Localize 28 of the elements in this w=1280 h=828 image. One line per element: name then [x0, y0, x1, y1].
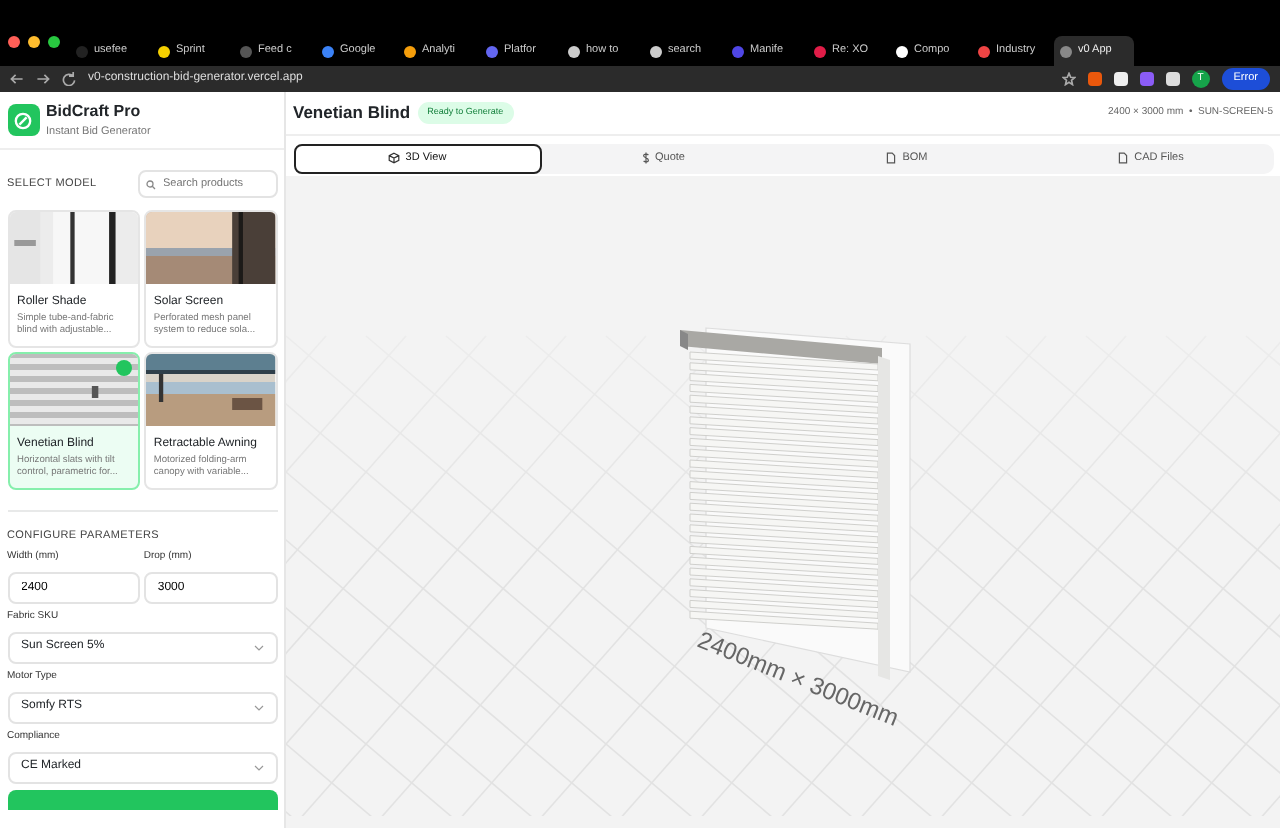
model-title: Venetian Blind	[293, 100, 411, 126]
reload-icon[interactable]	[62, 72, 76, 86]
dollar-icon	[641, 152, 649, 164]
site-icon	[76, 45, 88, 57]
site-icon	[896, 45, 908, 57]
document-icon	[1118, 152, 1129, 164]
site-icon	[650, 45, 662, 57]
chevron-icon	[253, 763, 263, 772]
site-icon	[322, 45, 334, 57]
site-icon	[240, 45, 252, 57]
site-icon	[158, 45, 170, 57]
chevron-icon	[253, 703, 263, 712]
brand-name: BidCraft Pro	[46, 99, 143, 124]
site-icon	[568, 45, 580, 57]
logo-icon	[7, 104, 39, 136]
search-icon	[145, 179, 155, 189]
site-icon	[486, 45, 498, 57]
site-icon	[1060, 45, 1072, 57]
site-icon	[978, 45, 990, 57]
back-icon[interactable]	[10, 72, 24, 86]
site-icon	[814, 45, 826, 57]
site-icon	[732, 45, 744, 57]
chevron-icon	[253, 643, 263, 652]
forward-icon[interactable]	[36, 72, 50, 86]
site-icon	[404, 45, 416, 57]
cube-icon	[387, 152, 400, 164]
star-icon[interactable]	[1061, 72, 1076, 86]
document-icon	[886, 152, 897, 164]
